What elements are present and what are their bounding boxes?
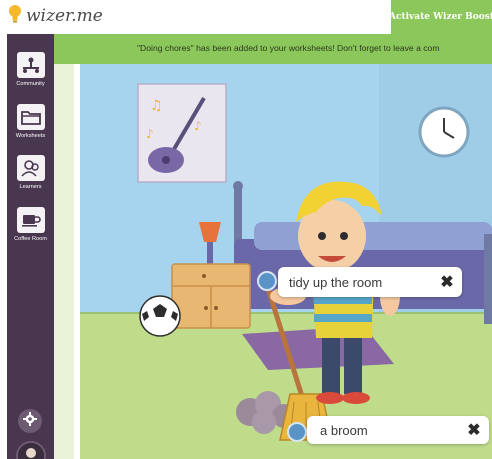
- folder-icon: [16, 104, 45, 130]
- coffee-cup-icon: [16, 207, 45, 233]
- top-bar: wizer.me Activate Wizer Boost: [0, 0, 492, 34]
- sidebar-item-worksheets[interactable]: Worksheets: [7, 104, 54, 139]
- gear-icon: [23, 411, 37, 431]
- sidebar-item-learners[interactable]: Learners: [7, 155, 54, 190]
- avatar[interactable]: [16, 441, 46, 459]
- community-icon: [16, 52, 45, 78]
- close-icon[interactable]: ✖: [465, 421, 483, 439]
- answer-text: a broom: [320, 422, 368, 438]
- answer-field[interactable]: tidy up the room ✖: [278, 267, 462, 297]
- answer-text: tidy up the room: [289, 274, 383, 290]
- svg-text:♫: ♫: [150, 98, 163, 114]
- notification-banner: "Doing chores" has been added to your wo…: [54, 34, 492, 64]
- soccer-ball: [139, 295, 181, 337]
- lightbulb-icon: [8, 4, 22, 29]
- sidebar: Community Worksheets Learners Coffee Roo…: [7, 34, 54, 459]
- activate-wizer-boost-button[interactable]: Activate Wizer Boost: [391, 0, 492, 34]
- sidebar-item-community[interactable]: Community: [7, 52, 54, 87]
- guitar-poster: ♫ ♪ ♪: [137, 83, 227, 183]
- sidebar-item-label: Community: [16, 81, 45, 87]
- svg-text:♪: ♪: [146, 127, 154, 141]
- worksheet-canvas: ♫ ♪ ♪ tidy up the room ✖ a broom ✖: [54, 64, 492, 459]
- banner-message: "Doing chores" has been added to your wo…: [137, 43, 440, 53]
- logo-text: wizer.me: [26, 6, 103, 26]
- settings-button[interactable]: [18, 409, 42, 433]
- close-icon[interactable]: ✖: [438, 273, 456, 291]
- sidebar-item-label: Coffee Room: [14, 236, 47, 242]
- logo[interactable]: wizer.me: [8, 4, 103, 29]
- svg-text:♪: ♪: [194, 119, 202, 133]
- worksheet-illustration: ♫ ♪ ♪: [54, 64, 492, 459]
- wall-clock: [418, 106, 470, 158]
- sidebar-item-coffee-room[interactable]: Coffee Room: [7, 207, 54, 242]
- app-window: wizer.me Activate Wizer Boost Community: [0, 0, 492, 459]
- learners-icon: [16, 155, 45, 181]
- sidebar-item-label: Learners: [19, 184, 42, 190]
- answer-field[interactable]: a broom ✖: [307, 416, 489, 444]
- sidebar-item-label: Worksheets: [15, 133, 46, 139]
